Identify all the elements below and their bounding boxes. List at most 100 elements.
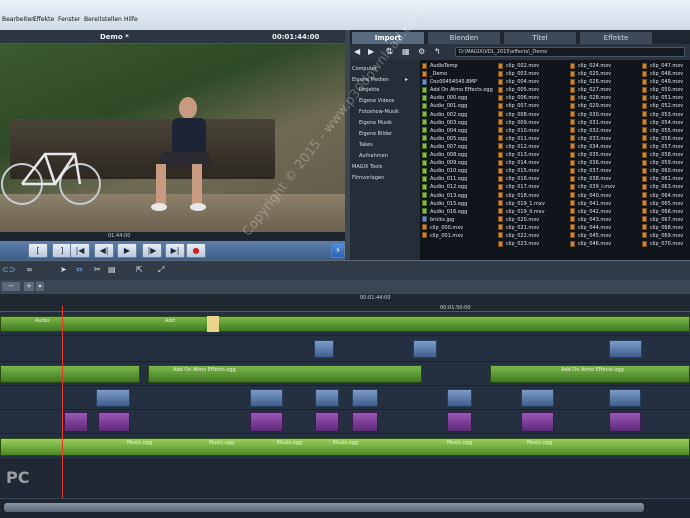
file-item[interactable]: _Demo <box>422 70 493 78</box>
file-item[interactable]: clip_040.mxv <box>570 192 615 200</box>
tree-item-filmvorlagen[interactable]: Filmvorlagen <box>352 175 384 181</box>
file-item[interactable]: clip_016.mxv <box>498 175 545 183</box>
tab-titel[interactable]: Titel <box>504 32 576 44</box>
clip-selection-marker[interactable] <box>207 316 219 332</box>
mark-out-button[interactable]: ] <box>52 243 72 258</box>
file-item[interactable]: clip_047.mxv <box>642 62 683 70</box>
file-item[interactable]: Audio_001.ogg <box>422 102 493 110</box>
file-item[interactable]: clip_018.mxv <box>498 192 545 200</box>
link-icon[interactable]: ⊂⊃ <box>2 265 15 274</box>
file-item[interactable]: clip_005.mxv <box>498 86 545 94</box>
effect-clip[interactable] <box>447 412 472 432</box>
audio-clip[interactable]: Add On Atmo Effects.ogg <box>148 365 422 383</box>
file-item[interactable]: clip_014.mxv <box>498 159 545 167</box>
playhead[interactable] <box>62 306 63 498</box>
gear-icon[interactable]: ⚙ <box>418 47 425 56</box>
file-item[interactable]: clip_026.mxv <box>570 78 615 86</box>
file-item[interactable]: clip_017.mxv <box>498 183 545 191</box>
tree-item-magix-tools[interactable]: MAGIX Tools <box>352 164 382 170</box>
title-clip[interactable] <box>250 389 283 407</box>
timeline-ruler[interactable]: 00:01:44:00 00:01:50:00 <box>0 294 690 312</box>
file-item[interactable]: clip_069.mxv <box>642 232 683 240</box>
range-icon[interactable]: ⇔ <box>76 265 83 274</box>
file-item[interactable]: clip_013.mxv <box>498 151 545 159</box>
file-item[interactable]: clip_006.mxv <box>498 94 545 102</box>
storyboard-icon[interactable]: ▤ <box>108 265 116 274</box>
file-item[interactable]: Audio_007.ogg <box>422 143 493 151</box>
file-item[interactable]: bricks.jpg <box>422 216 493 224</box>
file-item[interactable]: Audio_004.ogg <box>422 127 493 135</box>
go-to-end-button[interactable]: ▶| <box>165 243 185 258</box>
video-preview[interactable] <box>0 44 345 232</box>
file-item[interactable]: Audio_005.ogg <box>422 135 493 143</box>
file-item[interactable]: Audio_013.ogg <box>422 192 493 200</box>
effect-clip[interactable] <box>352 412 378 432</box>
timeline-tracks[interactable]: Audio Add Add On Atmo Effects.ogg Add On … <box>0 312 690 498</box>
pointer-icon[interactable]: ➤ <box>60 265 67 274</box>
file-item[interactable]: clip_009.mxv <box>498 119 545 127</box>
file-item[interactable]: clip_024.mxv <box>570 62 615 70</box>
file-item[interactable]: clip_070.mxv <box>642 240 683 248</box>
file-item[interactable]: Audio_009.ogg <box>422 159 493 167</box>
mark-in-button[interactable]: [ <box>28 243 48 258</box>
file-item[interactable]: Audio_011.ogg <box>422 175 493 183</box>
file-item[interactable]: clip_031.mxv <box>570 119 615 127</box>
file-item[interactable]: clip_051.mxv <box>642 94 683 102</box>
file-item[interactable]: Dsc00454545.BMP <box>422 78 493 86</box>
effect-clip[interactable] <box>250 412 283 432</box>
expand-arrow-icon[interactable]: ▸ <box>405 76 408 83</box>
file-item[interactable]: clip_059.mxv <box>642 159 683 167</box>
menu-bearbeiten[interactable]: Bearbeiten <box>2 16 35 23</box>
forward-arrow-icon[interactable]: ▶ <box>368 47 374 56</box>
zoom-out-button[interactable]: − <box>2 282 20 291</box>
file-item[interactable]: clip_055.mxv <box>642 127 683 135</box>
preview-scrubber[interactable]: 01:44:00 <box>0 232 345 241</box>
file-item[interactable]: clip_034.mxv <box>570 143 615 151</box>
file-item[interactable]: clip_021.mxv <box>498 224 545 232</box>
file-item[interactable]: clip_001.mxv <box>422 232 493 240</box>
file-item[interactable]: clip_004.mxv <box>498 78 545 86</box>
tree-item-eigene-videos[interactable]: Eigene Videos <box>359 98 394 104</box>
scroll-thumb[interactable] <box>4 503 644 512</box>
file-item[interactable]: clip_022.mxv <box>498 232 545 240</box>
marker-icon[interactable]: ⇱ <box>136 265 143 274</box>
tree-item-fotoshow-musik[interactable]: Fotoshow-Musik <box>359 109 399 115</box>
zoom-in-button[interactable]: + <box>24 282 34 291</box>
file-item[interactable]: clip_066.mxv <box>642 208 683 216</box>
file-item[interactable]: Audio_000.ogg <box>422 94 493 102</box>
horizontal-scrollbar[interactable] <box>0 498 690 518</box>
file-item[interactable]: clip_044.mxv <box>570 224 615 232</box>
file-item[interactable]: clip_032.mxv <box>570 127 615 135</box>
title-clip[interactable] <box>315 389 339 407</box>
file-item[interactable]: clip_036.mxv <box>570 159 615 167</box>
file-item[interactable]: clip_048.mxv <box>642 70 683 78</box>
file-item[interactable]: clip_063.mxv <box>642 183 683 191</box>
file-item[interactable]: clip_025.mxv <box>570 70 615 78</box>
effect-clip[interactable] <box>98 412 130 432</box>
tree-item-aufnahmen[interactable]: Aufnahmen <box>359 153 388 159</box>
file-item[interactable]: clip_023.mxv <box>498 240 545 248</box>
go-to-start-button[interactable]: |◀ <box>70 243 90 258</box>
file-item[interactable]: clip_057.mxv <box>642 143 683 151</box>
file-item[interactable]: clip_053.mxv <box>642 111 683 119</box>
music-clip[interactable]: Music.ogg Music.ogg Music.ogg Music.ogg … <box>0 438 690 456</box>
file-item[interactable]: clip_060.mxv <box>642 167 683 175</box>
file-item[interactable]: clip_029.mxv <box>570 102 615 110</box>
effect-clip[interactable] <box>64 412 88 432</box>
file-item[interactable]: clip_007.mxv <box>498 102 545 110</box>
file-item[interactable]: clip_038.mxv <box>570 175 615 183</box>
file-item[interactable]: clip_061.mxv <box>642 175 683 183</box>
video-clip[interactable] <box>413 340 437 358</box>
file-item[interactable]: clip_037.mxv <box>570 167 615 175</box>
file-item[interactable]: Add On Atmo Effects.ogg <box>422 86 493 94</box>
file-item[interactable]: clip_033.mxv <box>570 135 615 143</box>
file-item[interactable]: clip_045.mxv <box>570 232 615 240</box>
tree-item-takes[interactable]: Takes <box>359 142 373 148</box>
file-item[interactable]: clip_039_I.mxv <box>570 183 615 191</box>
file-item[interactable]: clip_012.mxv <box>498 143 545 151</box>
title-clip[interactable] <box>447 389 472 407</box>
record-button[interactable]: ● <box>186 243 206 258</box>
file-item[interactable]: Audio_002.ogg <box>422 111 493 119</box>
file-item[interactable]: clip_049.mxv <box>642 78 683 86</box>
path-field[interactable]: D:\MAGIX\VDL_2015\effects\_Demo <box>455 47 685 57</box>
